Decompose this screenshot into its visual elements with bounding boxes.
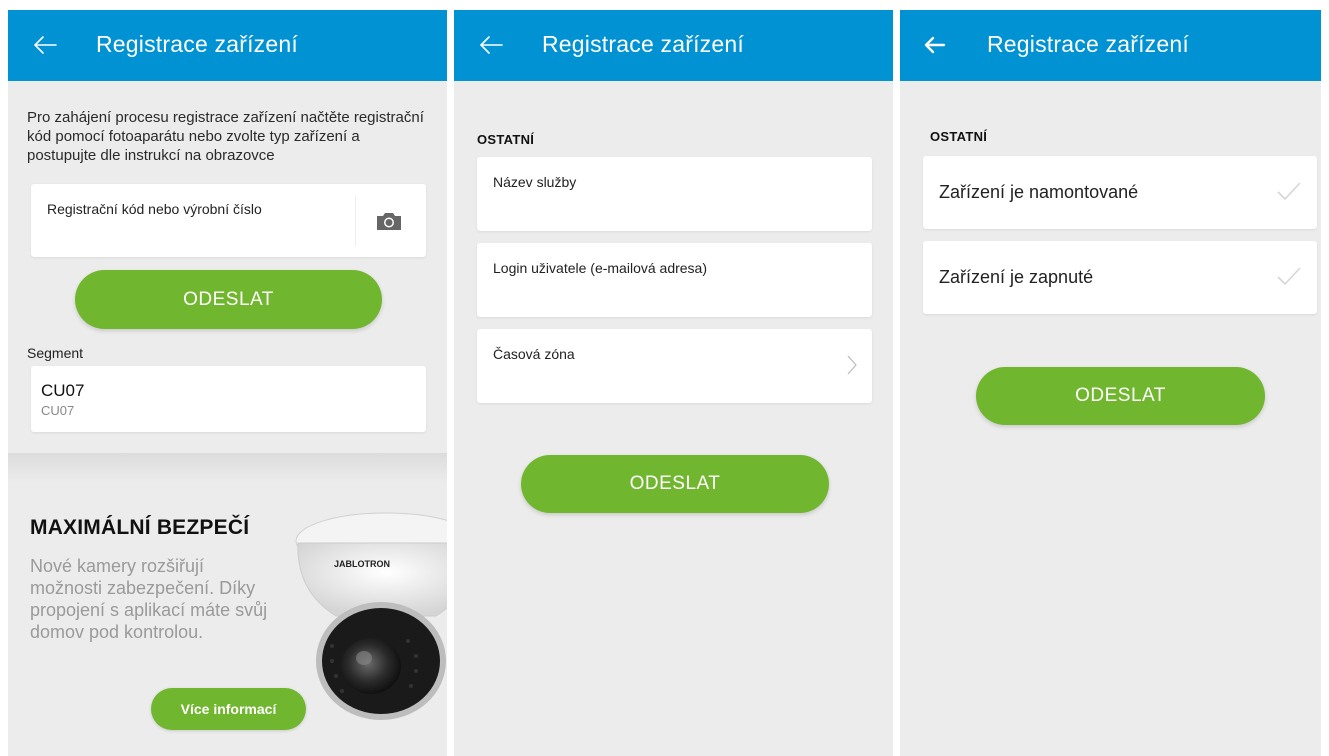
device-powered-row[interactable]: Zařízení je zapnuté [923, 241, 1317, 314]
promo-heading: MAXIMÁLNÍ BEZPEČÍ [30, 516, 250, 539]
intro-text: Pro zahájení procesu registrace zařízení… [27, 109, 424, 164]
brand-logo: JABLOTRON [334, 559, 390, 569]
arrow-left-icon[interactable] [476, 30, 506, 60]
screen-device-registration: Registrace zařízení Pro zahájení procesu… [8, 10, 447, 756]
app-bar: Registrace zařízení [8, 10, 447, 81]
device-mounted-label: Zařízení je namontované [939, 182, 1139, 202]
promo-banner: MAXIMÁLNÍ BEZPEČÍ Nové kamery rozšiřují … [8, 453, 447, 756]
screen-service-settings: Registrace zařízení OSTATNÍ Název služby… [454, 10, 893, 756]
segment-select[interactable]: CU07 CU07 [31, 366, 426, 432]
device-powered-label: Zařízení je zapnuté [939, 267, 1094, 287]
arrow-left-icon[interactable] [920, 30, 950, 60]
app-bar: Registrace zařízení [454, 10, 893, 81]
page-title: Registrace zařízení [96, 31, 298, 57]
divider [355, 196, 356, 246]
page-title: Registrace zařízení [987, 31, 1189, 57]
segment-value: CU07 [41, 381, 85, 400]
timezone-label: Časová zóna [493, 346, 575, 362]
app-bar: Registrace zařízení [900, 10, 1321, 81]
arrow-left-icon[interactable] [30, 30, 60, 60]
user-login-input[interactable]: Login uživatele (e-mailová adresa) [477, 243, 872, 317]
page-title: Registrace zařízení [542, 31, 744, 57]
send-button[interactable]: ODESLAT [976, 367, 1265, 425]
segment-subvalue: CU07 [41, 403, 75, 418]
service-name-input[interactable]: Název služby [477, 157, 872, 231]
registration-code-label: Registrační kód nebo výrobní číslo [47, 201, 262, 217]
send-button[interactable]: ODESLAT [75, 270, 382, 329]
section-heading: OSTATNÍ [930, 129, 988, 144]
chevron-right-icon [847, 355, 857, 375]
registration-code-input[interactable]: Registrační kód nebo výrobní číslo [31, 184, 426, 257]
section-heading: OSTATNÍ [477, 132, 535, 147]
more-info-button[interactable]: Více informací [151, 688, 306, 730]
screen-device-confirmation: Registrace zařízení OSTATNÍ Zařízení je … [900, 10, 1321, 756]
segment-label: Segment [27, 345, 84, 361]
timezone-select[interactable]: Časová zóna [477, 329, 872, 403]
camera-icon[interactable] [375, 211, 403, 231]
user-login-label: Login uživatele (e-mailová adresa) [493, 260, 707, 276]
promo-body: Nové kamery rozšiřují možnosti zabezpeče… [30, 556, 268, 642]
service-name-label: Název služby [493, 174, 577, 190]
check-icon[interactable] [1276, 180, 1302, 202]
device-mounted-row[interactable]: Zařízení je namontované [923, 156, 1317, 229]
send-button[interactable]: ODESLAT [521, 455, 829, 513]
check-icon[interactable] [1276, 265, 1302, 287]
